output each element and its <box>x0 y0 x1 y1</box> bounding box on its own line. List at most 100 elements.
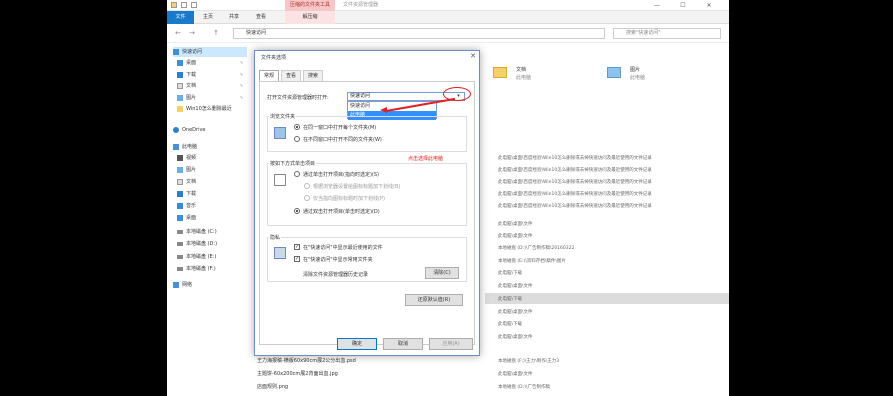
download-icon <box>177 71 183 78</box>
navigation-bar: ← → ↑ 快速访问 搜索"快速访问" <box>167 24 729 43</box>
recent-file-path: 此电脑\桌面\文件 <box>498 310 533 315</box>
single-click-label: 通过单击打开项目(指向时选定)(S) <box>303 172 379 178</box>
drive-icon <box>177 229 183 234</box>
privacy-icon <box>274 247 286 259</box>
sidebar-item-win10-folder[interactable]: Win10怎么删除最近 <box>177 104 232 114</box>
title-bar: 压缩的文件夹工具 文件资源管理器 — ☐ ✕ <box>167 0 729 11</box>
pin-icon: ✎ <box>240 72 244 77</box>
sidebar-item-drive-e[interactable]: 本地磁盘 (E:) <box>177 252 216 262</box>
annotation-arrowhead <box>380 107 387 113</box>
ok-button[interactable]: 确定 <box>337 338 377 350</box>
recent-file-path: 此电脑\桌面\文件 <box>498 222 533 227</box>
tab-share[interactable]: 共享 <box>223 11 245 24</box>
up-arrow-icon[interactable]: ↑ <box>211 28 221 38</box>
document-icon <box>177 82 183 89</box>
sidebar-item-downloads[interactable]: 下载 <box>177 70 196 80</box>
sidebar-item-quick-access[interactable]: 快速访问 <box>173 47 247 57</box>
context-tab-compressed[interactable]: 压缩的文件夹工具 <box>285 0 335 11</box>
sidebar-item-pc-desktop[interactable]: 桌面 <box>177 213 196 223</box>
drive-icon <box>177 241 183 246</box>
folder-pictures-label[interactable]: 图片 <box>630 66 640 73</box>
single-click-radio[interactable] <box>294 171 300 177</box>
search-input[interactable]: 搜索"快速访问" <box>613 28 721 39</box>
folder-options-dialog: 文件夹选项 ✕ 常规 查看 搜索 打开文件资源管理器时打开: 快速访问 ▾ 快速… <box>254 50 480 356</box>
sidebar-item-pc-pictures[interactable]: 图片 <box>177 165 196 175</box>
sidebar-item-pc-documents[interactable]: 文档 <box>177 177 196 187</box>
folder-icon <box>493 67 507 78</box>
browse-group <box>267 116 467 152</box>
sidebar-item-network[interactable]: 网络 <box>173 280 192 290</box>
quick-access-folder-icon[interactable] <box>171 2 177 8</box>
cloud-icon <box>173 126 179 133</box>
tab-search[interactable]: 搜索 <box>303 70 323 81</box>
drive-icon <box>177 266 183 271</box>
recent-file-item[interactable]: 店面规则.png <box>257 383 288 390</box>
tab-extract[interactable]: 解压缩 <box>285 11 335 24</box>
recent-file-path: 此电脑\桌面\文件 <box>498 284 533 289</box>
sidebar-item-pictures[interactable]: 图片 <box>177 93 196 103</box>
cancel-button[interactable]: 取消 <box>383 338 423 350</box>
apply-button[interactable]: 应用(A) <box>429 338 473 350</box>
dialog-title: 文件夹选项 <box>261 55 287 61</box>
folder-icon <box>177 105 183 112</box>
star-icon <box>173 48 179 55</box>
maximize-button[interactable]: ☐ <box>673 0 693 11</box>
restore-defaults-button[interactable]: 还原默认值(R) <box>405 294 463 306</box>
recent-file-path: 此电脑\桌面\百度经验\Win10怎么删除或去掉快速访问及最近使用的文件记录 <box>498 204 652 209</box>
annotation-text: 点击选择此电脑 <box>408 156 444 162</box>
show-frequent-folders-checkbox[interactable]: ✓ <box>294 256 300 262</box>
sidebar-item-desktop[interactable]: 桌面 <box>177 58 196 68</box>
recent-file-item[interactable]: 王力海报稿-横版60x90cm展2公分出血.psd <box>257 357 356 364</box>
sidebar-item-pc-downloads[interactable]: 下载 <box>177 189 196 199</box>
show-recent-files-checkbox[interactable]: ✓ <box>294 244 300 250</box>
recent-file-path: 此电脑\下载 <box>498 271 523 276</box>
tab-general[interactable]: 常规 <box>259 70 279 81</box>
sidebar-item-videos[interactable]: 视频 <box>177 153 196 163</box>
double-click-radio[interactable] <box>294 208 300 214</box>
dialog-close-button[interactable]: ✕ <box>470 52 476 60</box>
privacy-group-title: 隐私 <box>269 234 282 241</box>
tab-file[interactable]: 文件 <box>167 11 194 24</box>
new-folder-icon[interactable] <box>191 2 197 8</box>
sidebar-item-this-pc[interactable]: 此电脑 <box>173 142 197 152</box>
underline-browser-label: 根据浏览器设置给图标标题加下划线(B) <box>313 184 401 190</box>
minimize-button[interactable]: — <box>647 0 667 11</box>
forward-arrow-icon[interactable]: → <box>187 28 197 38</box>
recent-file-path: 此电脑\桌面\文件 <box>498 372 533 377</box>
properties-icon[interactable] <box>181 2 187 8</box>
music-icon <box>177 202 183 209</box>
close-button[interactable]: ✕ <box>699 0 719 11</box>
tab-view[interactable]: 查看 <box>250 11 272 24</box>
back-arrow-icon[interactable]: ← <box>173 28 183 38</box>
sidebar-item-documents[interactable]: 文档 <box>177 81 196 91</box>
drive-icon <box>177 254 183 259</box>
recent-file-path: 本地磁盘 (D:)\广告制作稿\20160322 <box>498 246 575 251</box>
recent-file-item[interactable]: 主题饼-60x200cm展2背面出血.jpg <box>257 370 338 377</box>
picture-icon <box>177 166 183 173</box>
sidebar-item-drive-c[interactable]: 本地磁盘 (C:) <box>177 227 217 237</box>
folder-documents-location: 此电脑 <box>516 75 532 81</box>
pin-icon: ✎ <box>240 83 244 88</box>
recent-file-path: 此电脑\下载 <box>498 322 523 327</box>
sidebar-item-onedrive[interactable]: OneDrive <box>173 125 206 135</box>
sidebar-item-drive-f[interactable]: 本地磁盘 (F:) <box>177 264 216 274</box>
browse-new-window-label: 在不同窗口中打开不同的文件夹(W) <box>303 137 382 143</box>
network-icon <box>173 281 179 288</box>
browse-new-window-radio[interactable] <box>294 136 300 142</box>
explorer-window: 压缩的文件夹工具 文件资源管理器 — ☐ ✕ 文件 主页 共享 查看 解压缩 ←… <box>167 0 729 396</box>
pointer-icon <box>274 174 286 186</box>
recent-file-path: 本地磁盘 (D:)\广告制作稿 <box>498 385 550 390</box>
sidebar-item-music[interactable]: 音乐 <box>177 201 196 211</box>
clear-history-button[interactable]: 清除(C) <box>425 267 459 279</box>
browse-same-window-radio[interactable] <box>294 124 300 130</box>
tab-home[interactable]: 主页 <box>197 11 219 24</box>
underline-browser-radio[interactable] <box>304 183 310 189</box>
sidebar-item-drive-d[interactable]: 本地磁盘 (D:) <box>177 239 217 249</box>
folder-window-icon <box>274 127 286 139</box>
document-icon <box>177 178 183 185</box>
recent-file-path: 本地磁盘 (E:)\资料存档\稿件\图片 <box>498 259 566 264</box>
address-bar[interactable]: 快速访问 <box>233 28 605 39</box>
underline-point-radio[interactable] <box>304 195 310 201</box>
tab-view[interactable]: 查看 <box>281 70 301 81</box>
folder-documents-label[interactable]: 文档 <box>516 66 526 73</box>
